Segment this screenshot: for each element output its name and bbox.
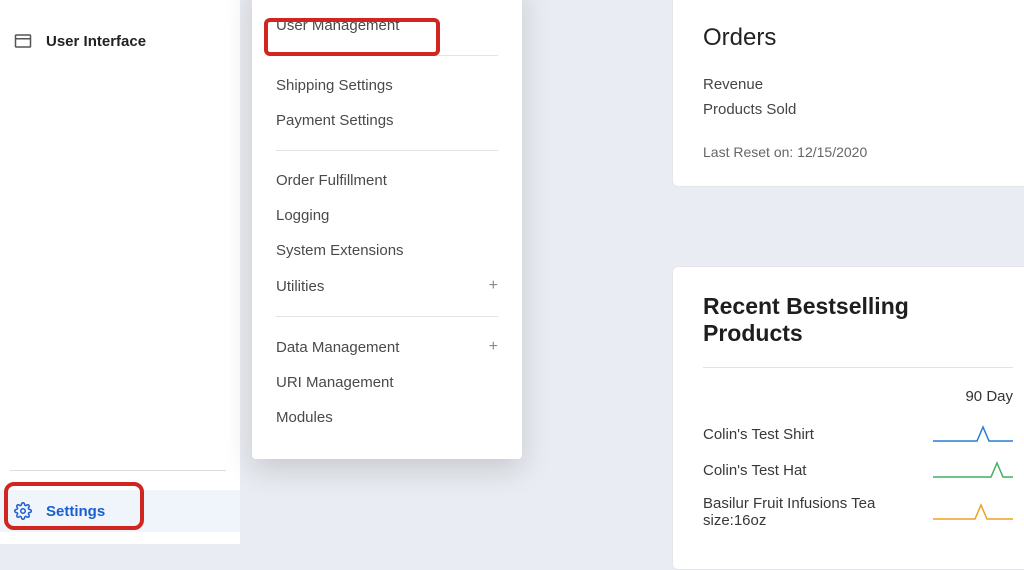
settings-menu-panel: Store Settings User Management Shipping …	[252, 0, 522, 459]
menu-item-modules[interactable]: Modules	[276, 400, 498, 435]
sparkline	[933, 423, 1013, 445]
menu-item-logging[interactable]: Logging	[276, 198, 498, 233]
last-reset-prefix: Last Reset on:	[703, 144, 797, 160]
sidebar-item-user-interface[interactable]: User Interface	[0, 22, 240, 60]
browser-window-icon	[14, 32, 32, 50]
menu-item-label: Payment Settings	[276, 112, 394, 129]
product-name: Colin's Test Shirt	[703, 426, 814, 443]
menu-item-label: User Management	[276, 17, 399, 34]
menu-item-label: Modules	[276, 409, 333, 426]
menu-item-utilities[interactable]: Utilities +	[276, 268, 498, 304]
sidebar-item-label: Settings	[46, 503, 105, 520]
menu-item-label: Order Fulfillment	[276, 172, 387, 189]
product-name: Colin's Test Hat	[703, 462, 806, 479]
gear-icon	[14, 502, 32, 520]
bestselling-row[interactable]: Colin's Test Hat	[703, 459, 1013, 481]
period-label: 90 Day	[703, 388, 1013, 405]
product-name: Basilur Fruit Infusions Tea size:16oz	[703, 495, 933, 529]
sidebar-item-label: User Interface	[46, 33, 146, 50]
menu-separator	[276, 150, 498, 151]
menu-item-payment-settings[interactable]: Payment Settings	[276, 103, 498, 138]
bestselling-row[interactable]: Colin's Test Shirt	[703, 423, 1013, 445]
orders-heading: Orders	[703, 24, 1013, 52]
menu-item-user-management[interactable]: User Management	[276, 8, 498, 43]
menu-item-shipping-settings[interactable]: Shipping Settings	[276, 68, 498, 103]
revenue-label: Revenue	[703, 76, 1013, 93]
last-reset-date: 12/15/2020	[797, 144, 867, 160]
expand-icon: +	[489, 338, 498, 356]
bestselling-heading: Recent Bestselling Products	[703, 293, 1013, 347]
menu-item-uri-management[interactable]: URI Management	[276, 365, 498, 400]
sparkline	[933, 459, 1013, 481]
menu-item-label: Utilities	[276, 278, 324, 295]
menu-item-label: URI Management	[276, 374, 394, 391]
menu-item-store-settings[interactable]: Store Settings	[276, 0, 498, 8]
menu-item-system-extensions[interactable]: System Extensions	[276, 233, 498, 268]
menu-item-order-fulfillment[interactable]: Order Fulfillment	[276, 163, 498, 198]
right-content: Orders Revenue Products Sold Last Reset …	[644, 0, 1024, 544]
sidebar-item-settings[interactable]: Settings	[0, 490, 240, 532]
bestselling-card: Recent Bestselling Products 90 Day Colin…	[672, 266, 1024, 570]
menu-item-label: Data Management	[276, 339, 399, 356]
menu-item-label: Shipping Settings	[276, 77, 393, 94]
bestselling-row[interactable]: Basilur Fruit Infusions Tea size:16oz	[703, 495, 1013, 529]
expand-icon: +	[489, 277, 498, 295]
menu-separator	[276, 55, 498, 56]
menu-item-label: Logging	[276, 207, 329, 224]
menu-item-label: System Extensions	[276, 242, 404, 259]
card-divider	[703, 367, 1013, 368]
left-sidebar: User Interface Settings	[0, 0, 240, 544]
stats-card: Orders Revenue Products Sold Last Reset …	[672, 0, 1024, 187]
products-sold-label: Products Sold	[703, 101, 1013, 118]
sparkline	[933, 501, 1013, 523]
menu-separator	[276, 316, 498, 317]
menu-item-data-management[interactable]: Data Management +	[276, 329, 498, 365]
last-reset-text: Last Reset on: 12/15/2020	[703, 144, 1013, 160]
sidebar-divider	[10, 470, 226, 471]
